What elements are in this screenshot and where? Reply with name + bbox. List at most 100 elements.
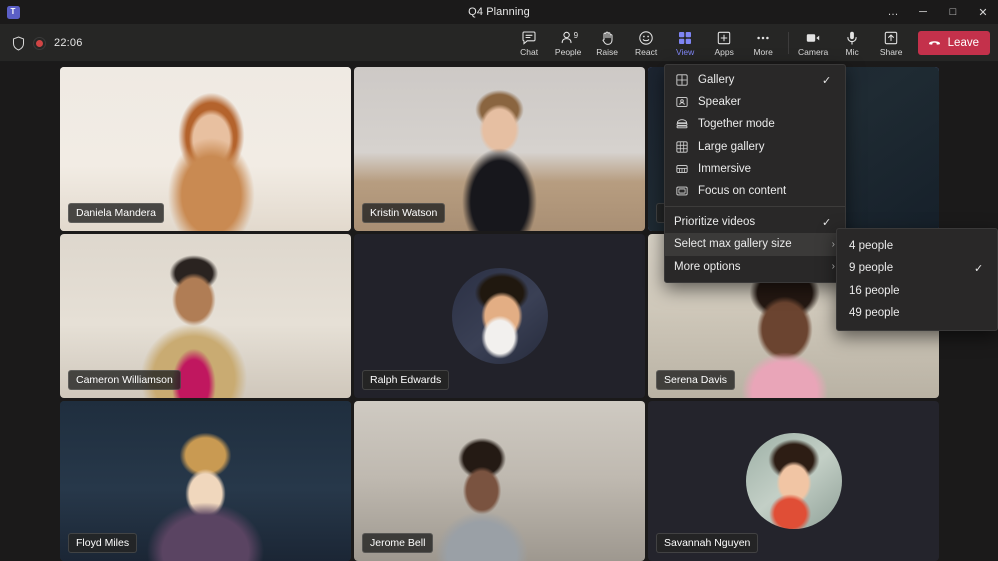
participant-name: Ralph Edwards <box>362 370 449 390</box>
toolbar-label-camera: Camera <box>798 48 828 57</box>
participant-name: Jerome Bell <box>362 533 433 553</box>
view-menu-item-together-mode[interactable]: Together mode <box>665 113 845 135</box>
chevron-right-icon: › <box>825 239 835 250</box>
toolbar-label-raise: Raise <box>596 48 618 57</box>
view-menu-label: Focus on content <box>698 185 813 197</box>
toolbar-actions: Chat 9 People <box>510 24 990 62</box>
view-menu-item-focus-on-content[interactable]: Focus on content <box>665 180 845 202</box>
hang-up-icon <box>927 34 942 52</box>
large-gallery-icon <box>674 141 689 153</box>
minimize-button[interactable]: ─ <box>908 0 938 24</box>
view-menu: Gallery ✓ Speaker Toget <box>664 64 846 283</box>
toolbar-label-chat: Chat <box>520 48 538 57</box>
people-count-badge: 9 <box>574 31 578 40</box>
participant-name: Cameron Williamson <box>68 370 181 390</box>
view-menu-label: Speaker <box>698 96 813 108</box>
shield-icon[interactable] <box>12 36 25 51</box>
toolbar-button-people[interactable]: 9 People <box>549 24 588 62</box>
close-button[interactable]: ✕ <box>968 0 998 24</box>
toolbar-button-chat[interactable]: Chat <box>510 24 549 62</box>
microphone-icon <box>844 30 860 47</box>
meeting-toolbar: 22:06 Chat <box>0 24 998 62</box>
toolbar-button-camera[interactable]: Camera <box>794 24 833 62</box>
gallery-grid-icon <box>674 74 689 86</box>
video-tile[interactable]: Floyd Miles <box>60 401 351 561</box>
leave-button[interactable]: Leave <box>918 31 990 55</box>
apps-plus-icon <box>716 30 732 47</box>
gallery-size-label: 49 people <box>849 307 965 319</box>
gallery-size-item-9[interactable]: 9 people ✓ <box>837 257 997 279</box>
toolbar-button-view[interactable]: View <box>666 24 705 62</box>
gallery-size-label: 16 people <box>849 285 965 297</box>
avatar <box>746 433 842 529</box>
toolbar-button-raise[interactable]: Raise <box>588 24 627 62</box>
check-icon: ✓ <box>974 262 987 275</box>
focus-content-icon <box>674 185 689 197</box>
toolbar-button-react[interactable]: React <box>627 24 666 62</box>
check-icon: ✓ <box>822 74 835 87</box>
participant-name: Savannah Nguyen <box>656 533 758 553</box>
more-ellipsis-icon <box>755 30 771 47</box>
window-title: Q4 Planning <box>0 6 998 18</box>
view-menu-label: Immersive <box>698 163 813 175</box>
avatar-tile[interactable]: Savannah Nguyen <box>648 401 939 561</box>
view-menu-item-immersive[interactable]: Immersive <box>665 158 845 180</box>
leave-button-label: Leave <box>948 37 979 49</box>
view-menu-item-gallery[interactable]: Gallery ✓ <box>665 69 845 91</box>
participant-name: Floyd Miles <box>68 533 137 553</box>
participant-name: Kristin Watson <box>362 203 445 223</box>
view-grid-icon <box>677 30 693 47</box>
view-menu-label: Gallery <box>698 74 813 86</box>
toolbar-button-mic[interactable]: Mic <box>833 24 872 62</box>
gallery-size-item-49[interactable]: 49 people <box>837 302 997 324</box>
gallery-size-label: 4 people <box>849 240 965 252</box>
maximize-button[interactable]: □ <box>938 0 968 24</box>
video-tile[interactable]: Cameron Williamson <box>60 234 351 398</box>
video-tile[interactable]: Daniela Mandera <box>60 67 351 231</box>
gallery-size-item-4[interactable]: 4 people <box>837 235 997 257</box>
immersive-icon <box>674 163 689 175</box>
toolbar-button-apps[interactable]: Apps <box>705 24 744 62</box>
gallery-size-label: 9 people <box>849 262 965 274</box>
speaker-person-icon <box>674 96 689 108</box>
toolbar-label-share: Share <box>880 48 903 57</box>
meeting-status-group: 22:06 <box>12 24 83 62</box>
toolbar-button-more[interactable]: More <box>744 24 783 62</box>
record-indicator-icon <box>33 37 46 50</box>
avatar-tile[interactable]: Ralph Edwards <box>354 234 645 398</box>
avatar <box>452 268 548 364</box>
gallery-size-submenu: 4 people 9 people ✓ 16 people 49 people <box>836 228 998 331</box>
view-menu-item-speaker[interactable]: Speaker <box>665 91 845 113</box>
video-tile[interactable]: Kristin Watson <box>354 67 645 231</box>
raise-hand-icon <box>599 30 615 47</box>
participant-name: Daniela Mandera <box>68 203 164 223</box>
toolbar-label-view: View <box>676 48 694 57</box>
toolbar-label-more: More <box>753 48 772 57</box>
toolbar-label-mic: Mic <box>846 48 859 57</box>
view-menu-label: Together mode <box>698 118 813 130</box>
view-menu-label: More options <box>674 261 816 273</box>
view-menu-item-select-max-gallery-size[interactable]: Select max gallery size › <box>665 233 845 255</box>
toolbar-label-apps: Apps <box>714 48 733 57</box>
react-emoji-icon <box>638 30 654 47</box>
view-menu-label: Large gallery <box>698 141 813 153</box>
view-menu-label: Prioritize videos <box>674 216 813 228</box>
video-tile[interactable]: Jerome Bell <box>354 401 645 561</box>
camera-icon <box>805 30 821 47</box>
more-window-options-button[interactable]: … <box>878 0 908 24</box>
view-menu-item-more-options[interactable]: More options › <box>665 256 845 278</box>
toolbar-divider <box>788 32 789 54</box>
participant-name: Serena Davis <box>656 370 735 390</box>
view-menu-item-prioritize-videos[interactable]: Prioritize videos ✓ <box>665 211 845 233</box>
teams-meeting-window: T Q4 Planning … ─ □ ✕ 22:06 <box>0 0 998 561</box>
view-menu-item-large-gallery[interactable]: Large gallery <box>665 136 845 158</box>
toolbar-button-share[interactable]: Share <box>872 24 911 62</box>
check-icon: ✓ <box>822 216 835 229</box>
menu-separator <box>665 206 845 207</box>
chevron-right-icon: › <box>825 261 835 272</box>
toolbar-label-people: People <box>555 48 581 57</box>
chat-icon <box>521 30 537 47</box>
title-bar: T Q4 Planning … ─ □ ✕ <box>0 0 998 24</box>
gallery-size-item-16[interactable]: 16 people <box>837 280 997 302</box>
meeting-timer: 22:06 <box>54 37 83 49</box>
